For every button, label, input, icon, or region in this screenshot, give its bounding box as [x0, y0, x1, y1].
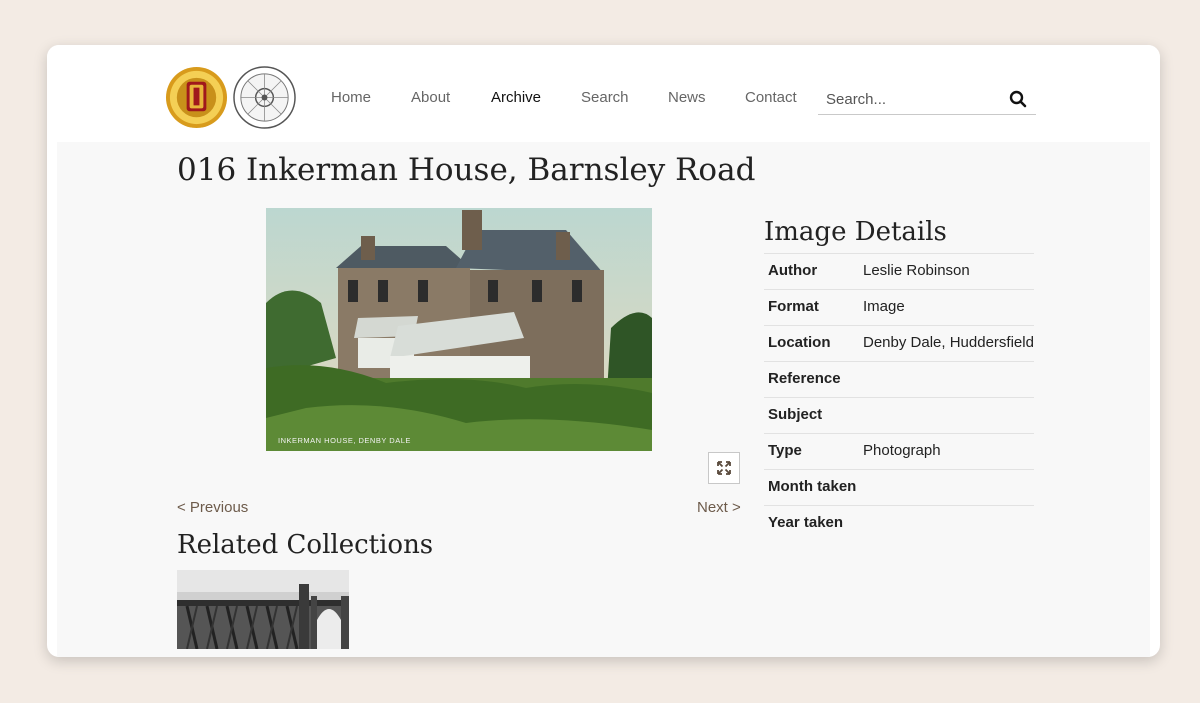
expand-icon	[717, 461, 731, 475]
detail-value	[863, 512, 1034, 534]
detail-value: Denby Dale, Huddersfield	[863, 334, 1034, 351]
site-header: Home About Archive Search News Contact	[47, 45, 1160, 142]
detail-value: Photograph	[863, 442, 941, 459]
related-collections-title: Related Collections	[177, 530, 434, 560]
detail-label: Author	[768, 262, 818, 279]
nav-news[interactable]: News	[668, 89, 706, 106]
detail-label: Type	[768, 442, 802, 459]
related-collection-thumbnail[interactable]	[177, 570, 349, 649]
detail-value: Leslie Robinson	[863, 262, 970, 279]
expand-button[interactable]	[708, 452, 740, 484]
detail-row-type: Type Photograph	[764, 433, 1034, 469]
search-box	[818, 85, 1036, 115]
nav-search[interactable]: Search	[581, 89, 629, 106]
nav-archive[interactable]: Archive	[491, 89, 541, 106]
detail-row-reference: Reference	[764, 361, 1034, 397]
detail-label: Format	[768, 298, 819, 315]
image-details-panel: Image Details Author Leslie Robinson For…	[764, 217, 1034, 541]
detail-row-month-taken: Month taken	[764, 469, 1034, 505]
page-title: 016 Inkerman House, Barnsley Road	[177, 152, 756, 188]
detail-row-year-taken: Year taken	[764, 505, 1034, 541]
detail-row-author: Author Leslie Robinson	[764, 253, 1034, 289]
detail-label: Subject	[768, 406, 823, 423]
nav-home[interactable]: Home	[331, 89, 371, 106]
image-details-title: Image Details	[764, 217, 947, 247]
archive-photo[interactable]: INKERMAN HOUSE, DENBY DALE	[266, 208, 652, 451]
photo-caption: INKERMAN HOUSE, DENBY DALE	[278, 436, 411, 445]
detail-label: Year taken	[768, 514, 844, 531]
main-content: 016 Inkerman House, Barnsley Road INKERM…	[57, 142, 1150, 657]
detail-label: Location	[768, 334, 831, 351]
parish-council-logo[interactable]	[165, 66, 228, 129]
detail-value: Image	[863, 298, 905, 315]
detail-row-subject: Subject	[764, 397, 1034, 433]
detail-value	[863, 476, 1034, 498]
browser-page: Home About Archive Search News Contact 0…	[47, 45, 1160, 657]
detail-value	[863, 368, 1034, 390]
next-link[interactable]: Next >	[697, 499, 741, 516]
nav-contact[interactable]: Contact	[745, 89, 797, 106]
detail-row-location: Location Denby Dale, Huddersfield	[764, 325, 1034, 361]
search-icon[interactable]	[1009, 90, 1027, 108]
previous-link[interactable]: < Previous	[177, 499, 248, 516]
detail-row-format: Format Image	[764, 289, 1034, 325]
detail-value	[863, 404, 1034, 426]
detail-label: Month taken	[768, 478, 857, 495]
search-input[interactable]	[826, 85, 1001, 113]
society-logo[interactable]	[233, 66, 296, 129]
nav-about[interactable]: About	[411, 89, 450, 106]
detail-label: Reference	[768, 370, 841, 387]
